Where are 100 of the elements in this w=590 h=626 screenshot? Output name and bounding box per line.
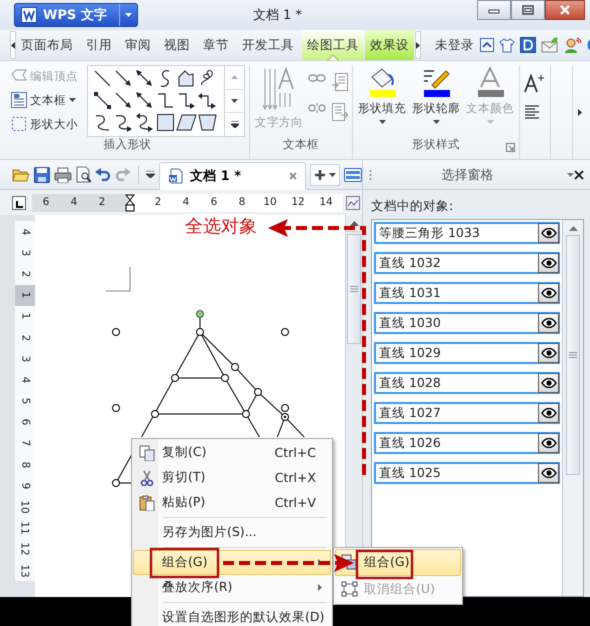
objects-heading: 文档中的对象:	[370, 197, 454, 215]
document-tab[interactable]: 文档 1 *	[159, 162, 306, 190]
arrow-icon[interactable]	[113, 68, 134, 89]
dialog-launcher-icon[interactable]	[506, 143, 515, 152]
ribbon-tab[interactable]: 审阅	[120, 30, 156, 60]
tab-stop-selector[interactable]	[12, 196, 26, 210]
visibility-toggle[interactable]	[538, 253, 559, 273]
ribbon-tab[interactable]: 效果设	[365, 30, 414, 60]
object-list-item[interactable]: 直线 1029	[374, 342, 560, 364]
double-arrow-icon[interactable]	[134, 68, 155, 89]
customize-toolbar-icon[interactable]	[146, 171, 156, 178]
shirt-icon[interactable]	[499, 38, 515, 52]
caret-icon[interactable]	[567, 172, 574, 176]
line-icon[interactable]	[92, 68, 113, 89]
window-layout-icon[interactable]	[344, 168, 362, 182]
visibility-toggle[interactable]	[538, 403, 559, 423]
ruler-number: 14	[318, 194, 334, 210]
visibility-toggle[interactable]	[538, 373, 559, 393]
visibility-toggle[interactable]	[538, 343, 559, 363]
menu-item[interactable]: 剪切(T) Ctrl+X	[133, 465, 331, 490]
shape-gallery[interactable]	[87, 65, 245, 137]
more-icon[interactable]	[230, 121, 238, 128]
page-view-icon[interactable]	[346, 196, 360, 210]
ruler-number: 7	[19, 440, 31, 447]
object-list-item[interactable]: 直线 1026	[374, 432, 560, 454]
ribbon-button[interactable]: 形状填充	[357, 65, 407, 126]
object-list-item[interactable]: 直线 1028	[374, 372, 560, 394]
print-preview-icon[interactable]	[76, 166, 92, 183]
scroll-left-button[interactable]	[10, 31, 16, 59]
grow-font-icon[interactable]	[524, 73, 546, 93]
visibility-toggle[interactable]	[538, 313, 559, 333]
object-list-item[interactable]: 直线 1032	[374, 252, 560, 274]
curved-arrow-icon[interactable]	[113, 112, 134, 133]
menu-item[interactable]: 复制(C) Ctrl+C	[133, 440, 331, 465]
scroll-down-icon[interactable]	[231, 99, 238, 103]
document-d-icon[interactable]	[520, 37, 536, 53]
object-list-item[interactable]: 等腰三角形 1033	[374, 222, 560, 244]
ribbon-button[interactable]: 形状大小	[10, 115, 79, 133]
scroll-right-button[interactable]	[415, 31, 421, 59]
maximize-icon	[522, 5, 534, 15]
object-list-item[interactable]: 直线 1025	[374, 462, 560, 484]
caret-icon	[432, 120, 440, 124]
broken-link-icon[interactable]	[308, 103, 326, 113]
parallelogram-icon[interactable]	[176, 112, 197, 133]
scrollbar-thumb[interactable]	[566, 235, 580, 475]
ribbon-tab[interactable]: 视图	[159, 30, 195, 60]
ruler-number: 2	[19, 270, 31, 278]
drag-handle-icon[interactable]	[369, 170, 372, 180]
curved-double-arrow-icon[interactable]	[134, 112, 155, 133]
ruler-number: 6	[19, 418, 31, 426]
double-arrow-connector-icon[interactable]	[134, 90, 155, 111]
menu-item[interactable]: 叠放次序(R)	[133, 575, 331, 600]
visibility-toggle[interactable]	[538, 283, 559, 303]
login-status[interactable]: 未登录	[435, 36, 474, 54]
mail-leaf-icon[interactable]	[541, 37, 559, 53]
align-text-icon[interactable]	[524, 105, 540, 119]
ruler-number: 4	[19, 376, 31, 384]
ribbon-button[interactable]: 文本框	[10, 91, 79, 109]
ribbon-tab[interactable]: 绘图工具	[302, 30, 364, 60]
ruler-number: 4	[70, 194, 78, 210]
open-folder-icon[interactable]	[12, 166, 30, 182]
ribbon-tab[interactable]: 开发工具	[237, 30, 299, 60]
visibility-toggle[interactable]	[538, 463, 559, 483]
person-signal-icon[interactable]	[564, 37, 582, 53]
object-list-item[interactable]: 直线 1031	[374, 282, 560, 304]
indent-marker-icon[interactable]	[125, 194, 135, 212]
scroll-up-icon[interactable]	[350, 220, 358, 226]
visibility-toggle[interactable]	[538, 433, 559, 453]
object-list-item[interactable]: 直线 1030	[374, 312, 560, 334]
scrollbar-thumb[interactable]	[347, 234, 361, 344]
tab-stop-icon	[15, 200, 23, 208]
rectangle-icon[interactable]	[155, 112, 176, 133]
elbow-double-arrow-icon[interactable]	[197, 90, 218, 111]
ribbon-tab[interactable]: 章节	[198, 30, 234, 60]
visibility-toggle[interactable]	[538, 223, 559, 243]
ribbon-tab[interactable]: 引用	[81, 30, 117, 60]
maximize-button[interactable]	[511, 0, 545, 20]
arrow-connector-icon[interactable]	[113, 90, 134, 111]
chain-link-icon[interactable]	[308, 73, 326, 83]
print-icon[interactable]	[54, 166, 72, 182]
ribbon-tab[interactable]: 页面布局	[16, 30, 78, 60]
close-icon[interactable]	[574, 170, 584, 180]
collapse-ribbon-icon[interactable]	[480, 38, 494, 52]
object-list-item[interactable]: 直线 1027	[374, 402, 560, 424]
menu-item[interactable]: 组合(G)	[133, 550, 331, 575]
menu-item[interactable]: 粘贴(P) Ctrl+V	[133, 490, 331, 515]
trapezoid-icon[interactable]	[197, 112, 218, 133]
save-icon[interactable]	[34, 166, 50, 182]
undo-icon[interactable]	[95, 168, 112, 182]
new-tab-button[interactable]	[310, 164, 340, 186]
close-button[interactable]	[545, 0, 585, 20]
scroll-up-icon[interactable]	[568, 226, 578, 231]
app-menu-button[interactable]: WPS 文字	[14, 3, 138, 27]
shape-size-icon	[11, 116, 27, 132]
minimize-button[interactable]	[477, 0, 511, 20]
ribbon-button[interactable]: 形状轮廓	[411, 65, 461, 126]
right-arrow-icon[interactable]	[578, 108, 582, 116]
menu-item[interactable]: 另存为图片(S)...	[133, 520, 331, 545]
connector-icon[interactable]	[92, 90, 113, 111]
ruler-number: 2	[154, 194, 162, 210]
